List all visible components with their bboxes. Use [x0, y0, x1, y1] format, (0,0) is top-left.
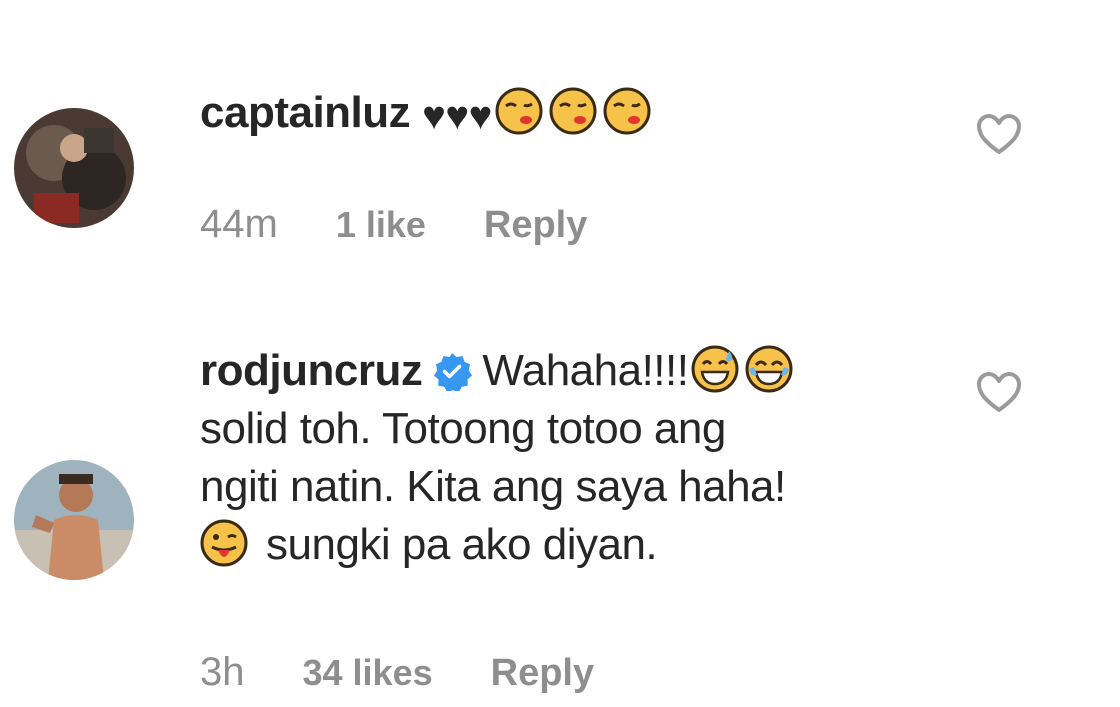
comment-meta: 44m 1 like Reply	[200, 202, 645, 247]
like-button[interactable]	[975, 370, 1023, 414]
comment-line: ngiti natin. Kita ang saya haha!	[200, 462, 786, 511]
tears-of-joy-face-icon	[745, 345, 793, 393]
heart-outline-icon	[977, 372, 1021, 412]
like-button[interactable]	[975, 112, 1023, 156]
likes-count[interactable]: 1 like	[336, 204, 426, 246]
timestamp[interactable]: 3h	[200, 650, 245, 695]
comment-text: Wahaha!!!!	[482, 346, 689, 395]
username[interactable]: captainluz	[200, 88, 411, 137]
timestamp[interactable]: 44m	[200, 202, 278, 247]
avatar[interactable]	[14, 460, 134, 580]
hearts-text: ♥♥♥	[422, 94, 492, 138]
verified-badge-icon	[432, 348, 473, 393]
reply-button[interactable]: Reply	[484, 204, 587, 247]
heart-outline-icon	[977, 114, 1021, 154]
comment-line: rodjuncruz Wahaha!!!!	[200, 342, 796, 400]
winking-tongue-face-icon	[200, 519, 248, 567]
comment-meta: 3h 34 likes Reply	[200, 650, 652, 695]
likes-count[interactable]: 34 likes	[303, 652, 433, 694]
kissing-face-icon	[549, 87, 597, 135]
kissing-face-icon	[495, 87, 543, 135]
username[interactable]: rodjuncruz	[200, 346, 423, 395]
comment-line: solid toh. Totoong totoo ang	[200, 404, 726, 453]
kissing-face-icon	[603, 87, 651, 135]
reply-button[interactable]: Reply	[491, 652, 594, 695]
grinning-sweat-face-icon	[691, 345, 739, 393]
comment-line: sungki pa ako diyan.	[200, 516, 796, 574]
comment-body: rodjuncruz Wahaha!!!! solid toh. Totoong…	[200, 342, 796, 574]
avatar[interactable]	[14, 108, 134, 228]
comment-body: captainluz ♥♥♥	[200, 84, 654, 145]
comment-text: sungki pa ako diyan.	[266, 520, 658, 569]
